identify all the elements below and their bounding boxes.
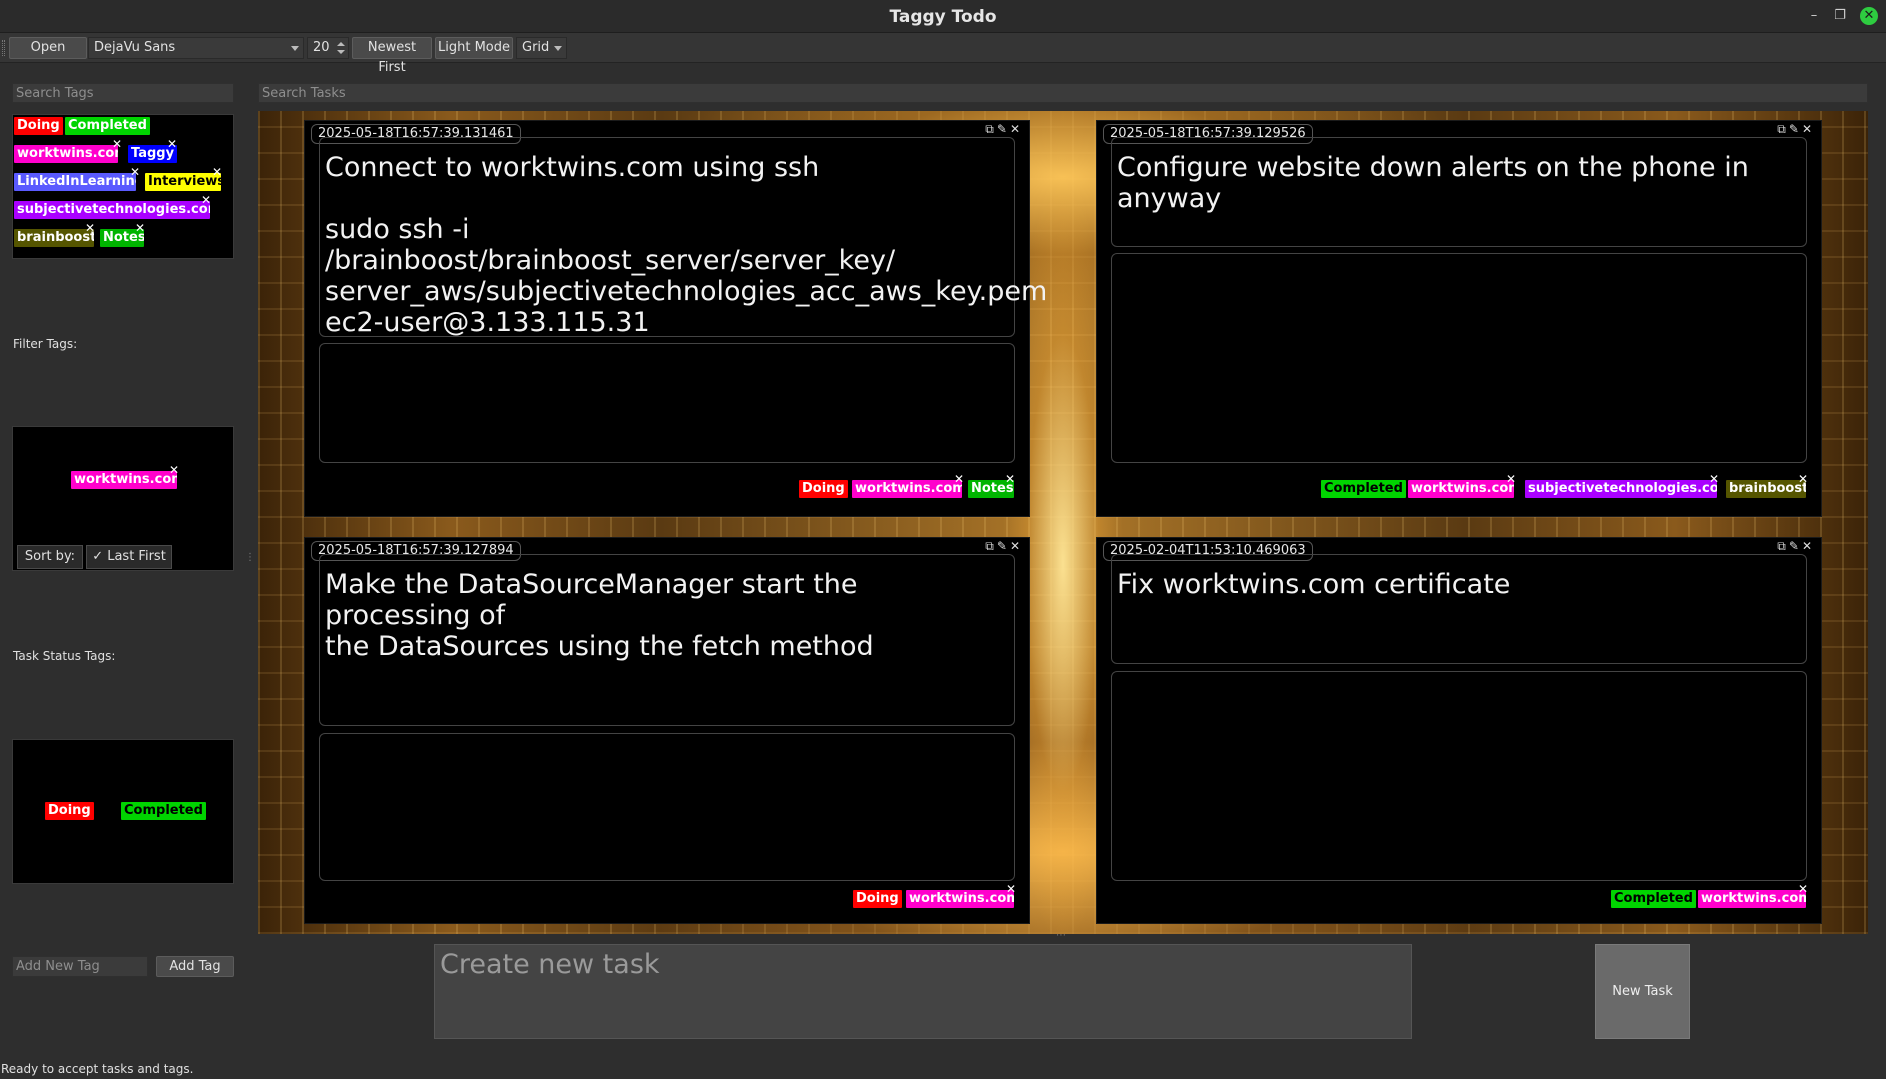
task-text[interactable]: Connect to worktwins.com using ssh sudo … [319,137,1047,338]
sort-by-label: Sort by: [17,545,83,569]
close-icon[interactable]: ✕ [1802,122,1815,136]
task-card[interactable]: 2025-02-04T11:53:10.469063 ⧉✎✕ Fix workt… [1096,537,1822,924]
task-tag-completed[interactable]: Completed [1611,890,1696,908]
new-task-input[interactable]: Create new task [434,944,1412,1039]
title-bar: Taggy Todo – ❐ ✕ [0,0,1886,33]
theme-toggle-button[interactable]: Light Mode [435,37,513,59]
close-icon[interactable]: ✕ [1010,122,1023,136]
copy-icon[interactable]: ⧉ [1777,122,1789,136]
task-tag-subjectivetechnologies[interactable]: subjectivetechnologies.com [1525,480,1717,498]
task-tag-completed[interactable]: Completed [1321,480,1406,498]
remove-tag-icon[interactable]: ✕ [130,166,140,178]
font-size-value: 20 [313,40,330,55]
remove-tag-icon[interactable]: ✕ [169,464,179,476]
task-tag-worktwins[interactable]: worktwins.com [852,480,962,498]
window-title: Taggy Todo [889,7,997,27]
remove-tag-icon[interactable]: ✕ [1709,473,1719,485]
status-tag-completed[interactable]: Completed [121,802,206,820]
copy-icon[interactable]: ⧉ [1777,539,1789,553]
tag-subjectivetechnologies[interactable]: subjectivetechnologies.com [14,201,210,219]
font-select[interactable]: DejaVu Sans [88,37,304,59]
tag-brainboost[interactable]: brainboost [14,229,94,247]
chevron-down-icon [291,46,299,51]
toolbar: Open DejaVu Sans 20 Newest First Light M… [0,33,1886,75]
task-notes[interactable] [1111,253,1807,463]
splitter-handle[interactable]: ⋮ [245,552,255,563]
chevron-down-icon [554,46,562,51]
edit-icon[interactable]: ✎ [1789,539,1802,553]
search-tags-input[interactable]: Search Tags [12,83,234,103]
remove-tag-icon[interactable]: ✕ [85,222,95,234]
remove-tag-icon[interactable]: ✕ [1506,473,1516,485]
view-select[interactable]: Grid [516,37,567,59]
font-size-stepper[interactable]: 20 [307,37,349,59]
edit-icon[interactable]: ✎ [1789,122,1802,136]
remove-tag-icon[interactable]: ✕ [201,194,211,206]
remove-tag-icon[interactable]: ✕ [135,222,145,234]
task-card[interactable]: 2025-05-18T16:57:39.131461 ⧉✎✕ Connect t… [304,120,1047,517]
filter-tags-box: worktwins.com ✕ Sort by: ✓ Last First [12,426,234,571]
remove-tag-icon[interactable]: ✕ [167,138,177,150]
search-tasks-input[interactable]: Search Tasks [258,83,1868,103]
app-window: Taggy Todo – ❐ ✕ Open DejaVu Sans 20 New… [0,0,1886,1079]
filter-tag-worktwins[interactable]: worktwins.com [71,471,177,489]
tag-linkedinlearning[interactable]: LinkedInLearning [14,173,136,191]
task-tag-brainboost[interactable]: brainboost [1726,480,1806,498]
task-tag-worktwins[interactable]: worktwins.com [906,890,1014,908]
task-board: 2025-05-18T16:57:39.131461 ⧉✎✕ Connect t… [258,111,1868,934]
copy-icon[interactable]: ⧉ [985,539,997,553]
task-tag-worktwins[interactable]: worktwins.com [1408,480,1514,498]
status-tag-doing[interactable]: Doing [45,802,94,820]
copy-icon[interactable]: ⧉ [985,122,997,136]
sort-order-button[interactable]: Newest First [352,37,432,75]
font-select-value: DejaVu Sans [94,40,176,55]
remove-tag-icon[interactable]: ✕ [1798,883,1808,895]
filter-tags-label: Filter Tags: [13,337,78,351]
task-tag-doing[interactable]: Doing [799,480,848,498]
add-tag-button[interactable]: Add Tag [156,956,234,977]
close-icon[interactable]: ✕ [1860,7,1878,25]
remove-tag-icon[interactable]: ✕ [212,166,222,178]
chevron-up-icon[interactable] [337,42,345,46]
sort-last-first-option[interactable]: ✓ Last First [86,545,172,569]
edit-icon[interactable]: ✎ [997,122,1010,136]
task-text[interactable]: Make the DataSourceManager start the pro… [319,554,1015,726]
tag-worktwins[interactable]: worktwins.com [14,145,118,163]
edit-icon[interactable]: ✎ [997,539,1010,553]
view-select-value: Grid [522,40,550,55]
add-tag-input[interactable]: Add New Tag [12,956,148,977]
task-notes[interactable] [1111,671,1807,881]
status-tags-box: Doing Completed [12,739,234,884]
task-card[interactable]: 2025-05-18T16:57:39.127894 ⧉✎✕ Make the … [304,537,1030,924]
tag-interviews[interactable]: Interviews [145,173,221,191]
close-icon[interactable]: ✕ [1802,539,1815,553]
tag-completed[interactable]: Completed [65,117,150,135]
task-tag-doing[interactable]: Doing [853,890,902,908]
sort-value: Last First [107,549,166,564]
tag-cloud: Doing Completed worktwins.com ✕ Taggy ✕ … [12,114,234,259]
remove-tag-icon[interactable]: ✕ [1006,883,1016,895]
remove-tag-icon[interactable]: ✕ [1798,473,1808,485]
remove-tag-icon[interactable]: ✕ [112,138,122,150]
status-bar: Ready to accept tasks and tags. [1,1062,194,1076]
toolbar-grip-icon[interactable] [2,40,5,56]
task-notes[interactable] [319,733,1015,881]
minimize-icon[interactable]: – [1805,7,1823,25]
task-text[interactable]: Fix worktwins.com certificate [1111,554,1807,664]
open-button[interactable]: Open [9,37,87,59]
task-tag-worktwins[interactable]: worktwins.com [1698,890,1806,908]
maximize-icon[interactable]: ❐ [1831,7,1849,25]
tag-doing[interactable]: Doing [14,117,63,135]
task-notes[interactable] [319,343,1015,463]
chevron-down-icon[interactable] [337,50,345,54]
task-card[interactable]: 2025-05-18T16:57:39.129526 ⧉✎✕ Configure… [1096,120,1822,517]
new-task-button[interactable]: New Task [1595,944,1690,1039]
task-status-tags-label: Task Status Tags: [13,649,116,663]
splitter-handle[interactable]: ⋯ [1056,930,1066,941]
task-text[interactable]: Configure website down alerts on the pho… [1111,137,1807,247]
remove-tag-icon[interactable]: ✕ [1005,473,1015,485]
remove-tag-icon[interactable]: ✕ [954,473,964,485]
check-icon: ✓ [92,549,108,564]
close-icon[interactable]: ✕ [1010,539,1023,553]
